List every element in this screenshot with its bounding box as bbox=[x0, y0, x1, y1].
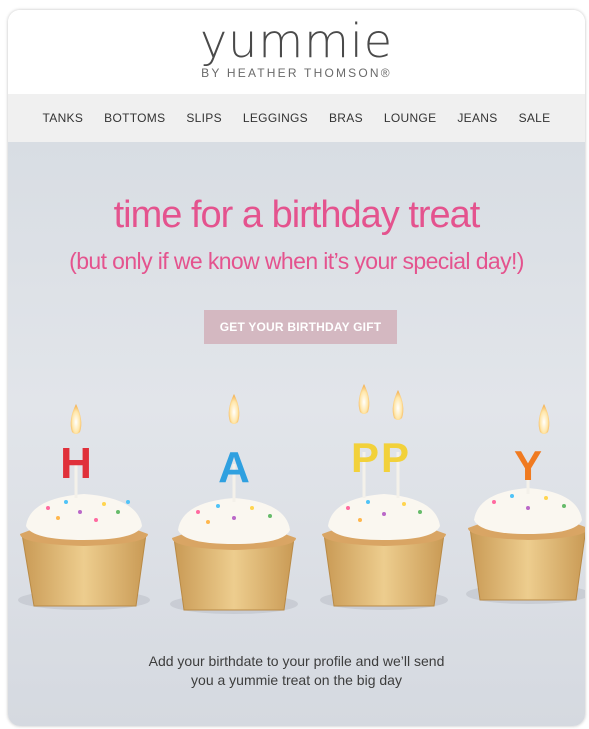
nav-item-tanks[interactable]: TANKS bbox=[43, 111, 84, 125]
brand-logo[interactable]: yummie bbox=[8, 16, 585, 66]
nav-item-slips[interactable]: SLIPS bbox=[186, 111, 222, 125]
nav-item-bras[interactable]: BRAS bbox=[329, 111, 363, 125]
birthday-hero-banner[interactable]: H A PP Y time for a birthday treat (but … bbox=[8, 142, 585, 726]
caption-line-1: Add your birthdate to your profile and w… bbox=[148, 653, 445, 669]
hero-headline: time for a birthday treat bbox=[113, 194, 481, 236]
category-nav: TANKS BOTTOMS SLIPS LEGGINGS BRAS LOUNGE… bbox=[8, 94, 585, 142]
nav-item-bottoms[interactable]: BOTTOMS bbox=[104, 111, 165, 125]
get-birthday-gift-button[interactable]: GET YOUR BIRTHDAY GIFT bbox=[204, 310, 397, 344]
cupcake-h: H bbox=[18, 404, 150, 610]
cupcake-a: A bbox=[170, 394, 298, 614]
svg-text:H: H bbox=[60, 439, 92, 488]
nav-item-jeans[interactable]: JEANS bbox=[457, 111, 497, 125]
hero-caption: Add your birthdate to your profile and w… bbox=[8, 652, 585, 690]
nav-item-lounge[interactable]: LOUNGE bbox=[384, 111, 436, 125]
header: yummie BY HEATHER THOMSON® bbox=[8, 10, 585, 94]
cupcake-pp: PP bbox=[320, 384, 448, 610]
cupcake-y: Y bbox=[466, 404, 585, 604]
hero-subheadline: (but only if we know when it’s your spec… bbox=[69, 248, 524, 274]
svg-text:PP: PP bbox=[351, 434, 411, 481]
caption-line-2: you a yummie treat on the big day bbox=[191, 672, 402, 688]
svg-text:A: A bbox=[218, 443, 250, 492]
svg-text:Y: Y bbox=[514, 442, 542, 489]
brand-tagline: BY HEATHER THOMSON® bbox=[201, 66, 392, 80]
nav-item-sale[interactable]: SALE bbox=[519, 111, 551, 125]
email-card: yummie BY HEATHER THOMSON® TANKS BOTTOMS… bbox=[8, 10, 585, 726]
nav-item-leggings[interactable]: LEGGINGS bbox=[243, 111, 308, 125]
